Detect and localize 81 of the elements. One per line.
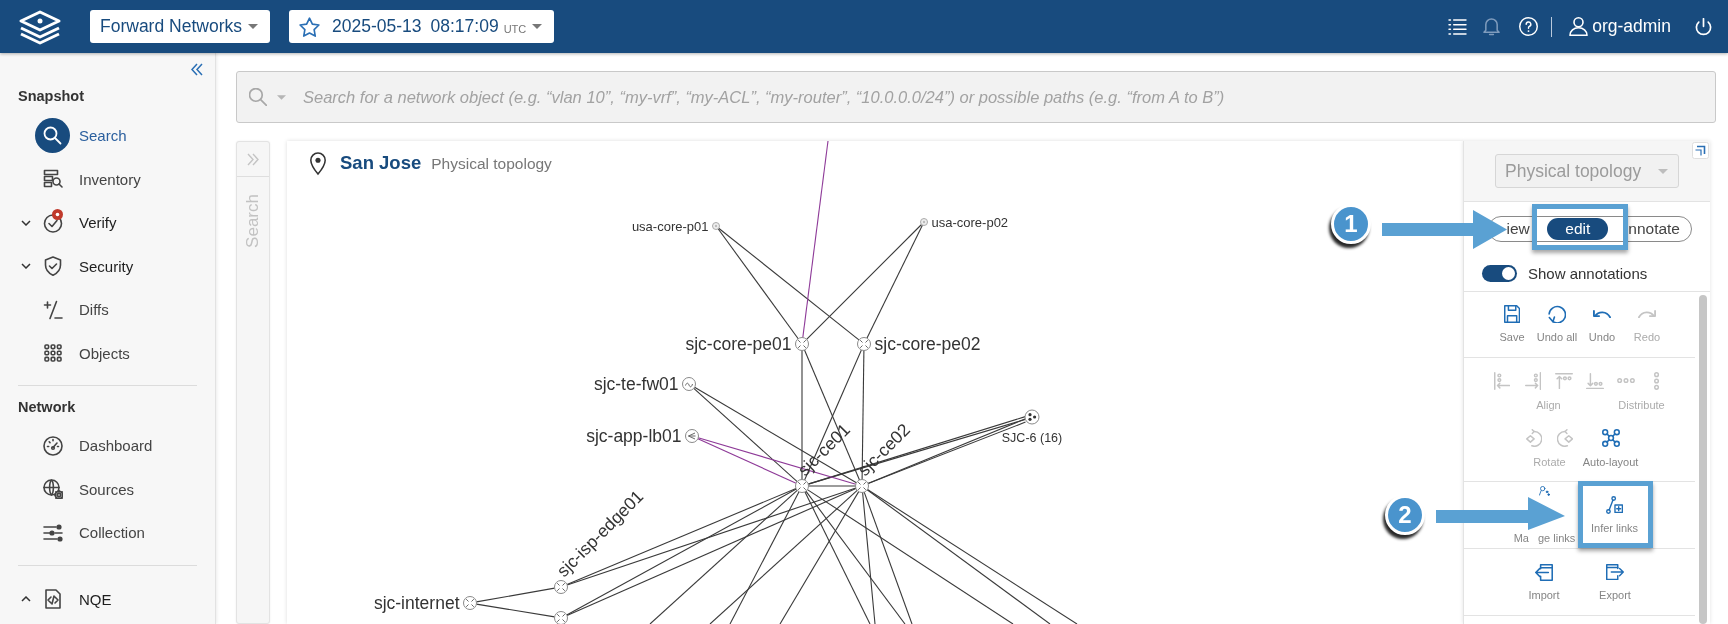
scrollbar-thumb[interactable] [1699,295,1707,624]
sidebar-item[interactable]: Diffs [0,288,215,332]
tool-label: Ma [1513,531,1529,546]
group-label: Distribute [1618,397,1665,413]
sidebar-item[interactable]: Objects [0,331,215,375]
three-dot-circle-icon [1024,409,1040,425]
node-label: usa-core-p01 [631,218,709,234]
double-chevron-left-icon[interactable] [191,63,203,76]
chevron-down-icon[interactable] [21,219,31,226]
chevron-up-icon[interactable] [21,596,31,603]
export-button[interactable]: Export [1579,563,1651,603]
sidebar-item[interactable]: Search [0,114,215,158]
sidebar-item[interactable]: Security [0,244,215,288]
view-subtitle: Physical topology [431,155,552,173]
sidebar-item[interactable]: Sources [0,467,215,511]
globe-gear-icon [42,479,63,500]
crossed-circle-icon [795,337,809,351]
caret-down-icon [1658,168,1668,174]
gauge-icon [42,435,63,456]
node-label: SJC-6 (16) [1001,431,1063,445]
toggle-switch[interactable] [1482,265,1517,282]
caret-down-icon[interactable] [277,95,286,100]
search-icon [249,88,267,106]
plus-minus-icon [42,299,63,320]
sidebar-item[interactable]: Dashboard [0,424,215,468]
help-icon[interactable] [1519,17,1539,36]
search-field[interactable]: Search for a network object (e.g. “vlan 10”, “my-vrf”, “my-ACL”, “my-router”, “10.0.0.0/24”) or possible paths (e.g. “from A to B”) [236,71,1716,123]
node-label: sjc-te-fw01 [593,374,679,394]
snapshot-select[interactable]: 2025-05-13 08:17:09 UTC [289,10,554,43]
dot-grid-icon [42,343,63,364]
node-dot-icon [712,222,720,230]
sliders-icon [42,522,63,543]
section-heading: Network [17,398,77,417]
crossed-circle-icon [554,580,568,594]
link-node-icon[interactable] [1539,486,1550,496]
crossed-circle-icon [795,479,809,493]
save-button[interactable]: Save [1489,305,1535,345]
sidebar-item[interactable]: Collection [0,511,215,555]
node-dot-icon [920,218,928,226]
group-label: Rotate [1533,454,1566,470]
toggle-label: Show annotations [1528,265,1648,282]
sidebar-item[interactable]: Inventory [0,157,215,201]
undo-button[interactable]: Undo [1579,305,1625,345]
user-icon [1569,17,1589,36]
star-icon [299,16,320,37]
chevron-down-icon[interactable] [21,263,31,270]
caret-down-icon [248,24,258,29]
code-file-icon [42,589,63,610]
search-icon [35,118,70,154]
wave-circle-icon [682,377,696,391]
branch-circle-icon [685,429,699,443]
shield-check-icon [42,256,63,277]
location-pin-icon [310,150,326,176]
infer-links-button[interactable]: Infer links [1579,496,1650,546]
section-heading: Snapshot [17,87,86,106]
node-label: sjc-core-pe01 [685,334,792,354]
undo-all-button[interactable]: Undo all [1534,305,1580,345]
user-menu[interactable]: org-admin [1569,16,1671,37]
mode-tab[interactable]: edit [1547,218,1609,240]
power-icon[interactable] [1695,17,1712,36]
node-label: sjc-internet [373,593,460,613]
node-label: usa-core-p02 [931,214,1009,230]
check-circle-icon [42,212,63,233]
node-label: sjc-core-pe02 [874,334,981,354]
import-button[interactable]: Import [1508,563,1580,603]
auto-layout-button[interactable]: Auto-layout [1580,427,1641,470]
sidebar-item[interactable]: NQE [0,577,215,621]
site-title: San Jose [340,152,422,174]
server-search-icon [42,169,63,190]
org-select[interactable]: Forward Networks [90,10,270,43]
crossed-circle-icon [855,479,869,493]
crossed-circle-icon [857,337,871,351]
sidebar-item[interactable]: Verify [0,201,215,245]
tool-label: ge links [1538,531,1576,546]
mode-tab[interactable]: nnotate [1628,218,1680,240]
node-label: sjc-app-lb01 [586,426,682,446]
group-label: Align [1536,397,1561,413]
crossed-circle-icon [463,596,477,610]
mode-tab[interactable]: iew [1506,218,1530,240]
caret-down-icon [532,24,542,29]
list-icon[interactable] [1448,18,1468,35]
